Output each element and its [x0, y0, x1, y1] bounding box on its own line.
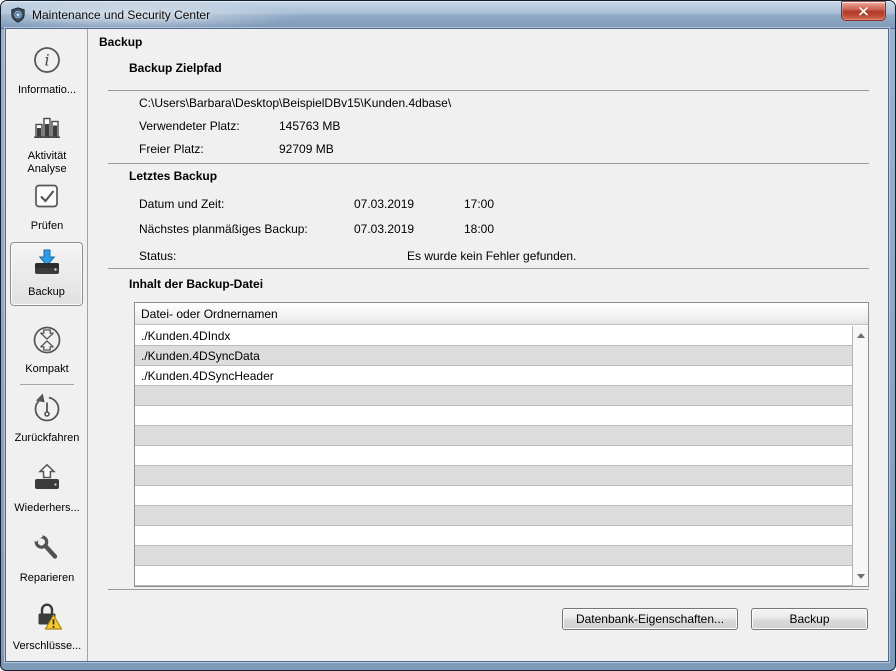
titlebar[interactable]: Maintenance und Security Center [1, 1, 895, 29]
sidebar-item-information[interactable]: i Informatio... [6, 44, 88, 97]
table-scrollbar[interactable] [852, 326, 868, 586]
last-backup-time: 17:00 [464, 197, 494, 211]
separator [108, 163, 869, 164]
sidebar-item-label: Aktivität Analyse [11, 150, 83, 176]
sidebar-item-label: Kompakt [25, 363, 68, 376]
sidebar-item-aktivitaet-analyse[interactable]: Aktivität Analyse [6, 110, 88, 176]
lock-warning-icon [30, 600, 64, 639]
sidebar-item-kompakt[interactable]: Kompakt [6, 323, 88, 376]
separator [108, 589, 869, 590]
table-cell: ./Kunden.4DSyncData [141, 349, 260, 363]
sidebar-item-label: Prüfen [31, 220, 63, 233]
compress-circle-icon [30, 323, 64, 362]
sidebar: i Informatio... [6, 29, 88, 661]
table-row-empty [135, 486, 852, 506]
checkbox-check-icon [30, 180, 64, 219]
status-label: Status: [139, 249, 176, 263]
drive-download-icon [30, 246, 64, 285]
close-button[interactable] [841, 1, 886, 21]
wrench-icon [30, 532, 64, 571]
table-cell: ./Kunden.4DIndx [141, 329, 230, 343]
next-backup-label: Nächstes planmäßiges Backup: [139, 222, 308, 236]
sidebar-item-pruefen[interactable]: Prüfen [6, 180, 88, 233]
table-row-empty [135, 506, 852, 526]
bar-chart-icon [30, 110, 64, 149]
window-title: Maintenance und Security Center [32, 8, 210, 22]
next-backup-date: 07.03.2019 [354, 222, 414, 236]
arrow-down-icon[interactable] [857, 574, 865, 579]
sidebar-item-label: Backup [28, 286, 65, 299]
used-space-value: 145763 MB [279, 119, 340, 133]
sidebar-item-verschluesseln[interactable]: Verschlüsse... [6, 600, 88, 653]
table-row[interactable]: ./Kunden.4DIndx [135, 326, 852, 346]
table-row-empty [135, 546, 852, 566]
table-body: ./Kunden.4DIndx ./Kunden.4DSyncData ./Ku… [135, 326, 852, 586]
table-row-empty [135, 386, 852, 406]
table-cell: ./Kunden.4DSyncHeader [141, 369, 274, 383]
main-content: Backup Backup Zielpfad C:\Users\Barbara\… [89, 29, 888, 661]
table-row-empty [135, 566, 852, 586]
drive-upload-icon [30, 462, 64, 501]
page-title: Backup [99, 35, 142, 49]
free-space-value: 92709 MB [279, 142, 334, 156]
sidebar-item-backup[interactable]: Backup [10, 242, 83, 306]
sidebar-item-zurueckfahren[interactable]: Zurückfahren [6, 392, 88, 445]
section-heading-letztes-backup: Letztes Backup [129, 169, 217, 183]
table-row-empty [135, 426, 852, 446]
separator [108, 90, 869, 91]
sidebar-item-label: Reparieren [20, 572, 74, 585]
table-row-empty [135, 406, 852, 426]
backup-target-path: C:\Users\Barbara\Desktop\BeispielDBv15\K… [139, 96, 451, 110]
table-row-empty [135, 466, 852, 486]
shield-icon [10, 7, 26, 23]
backup-content-table: Datei- oder Ordnernamen ./Kunden.4DIndx … [134, 302, 869, 587]
sidebar-item-reparieren[interactable]: Reparieren [6, 532, 88, 585]
client-area: i Informatio... [6, 29, 888, 661]
maintenance-security-center-window: Maintenance und Security Center i Inform… [0, 0, 896, 671]
database-properties-button[interactable]: Datenbank-Eigenschaften... [562, 608, 738, 630]
used-space-label: Verwendeter Platz: [139, 119, 240, 133]
status-value: Es wurde kein Fehler gefunden. [407, 249, 576, 263]
last-backup-date: 07.03.2019 [354, 197, 414, 211]
table-column-header[interactable]: Datei- oder Ordnernamen [135, 303, 868, 325]
sidebar-item-label: Informatio... [18, 84, 76, 97]
arrow-up-icon[interactable] [857, 333, 865, 338]
sidebar-item-wiederherstellen[interactable]: Wiederhers... [6, 462, 88, 515]
table-row-empty [135, 446, 852, 466]
sidebar-item-label: Wiederhers... [14, 502, 79, 515]
backup-button[interactable]: Backup [751, 608, 868, 630]
table-row[interactable]: ./Kunden.4DSyncHeader [135, 366, 852, 386]
table-row[interactable]: ./Kunden.4DSyncData [135, 346, 852, 366]
rollback-clock-icon [30, 392, 64, 431]
info-circle-icon: i [30, 44, 64, 83]
separator [108, 268, 869, 269]
sidebar-item-label: Zurückfahren [15, 432, 80, 445]
sidebar-divider [20, 384, 74, 385]
sidebar-item-label: Verschlüsse... [13, 640, 81, 653]
table-row-empty [135, 526, 852, 546]
close-x-icon [858, 7, 869, 16]
last-backup-label: Datum und Zeit: [139, 197, 224, 211]
next-backup-time: 18:00 [464, 222, 494, 236]
section-heading-zielpfad: Backup Zielpfad [129, 61, 222, 75]
svg-text:i: i [44, 51, 49, 70]
free-space-label: Freier Platz: [139, 142, 204, 156]
section-heading-inhalt: Inhalt der Backup-Datei [129, 277, 263, 291]
